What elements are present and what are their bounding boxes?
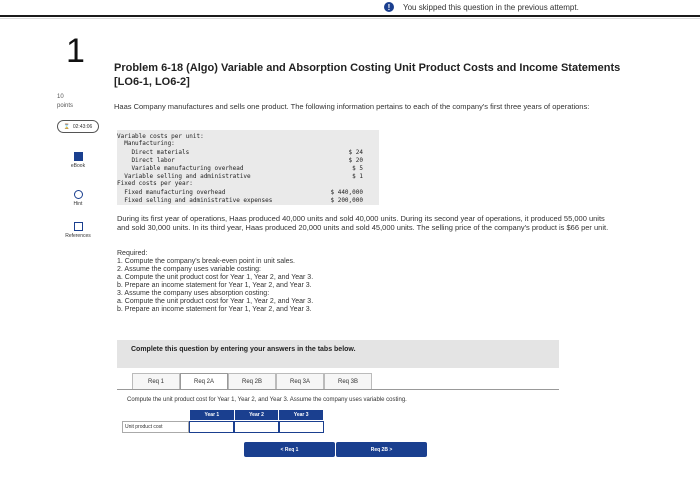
required-heading: Required: <box>117 250 148 257</box>
references-label: References <box>65 233 91 239</box>
operations-paragraph: During its first year of operations, Haa… <box>117 214 609 232</box>
cost-row: Fixed manufacturing overhead $ 440,000 <box>117 189 363 196</box>
unit-product-cost-label: Unit product cost <box>122 421 189 433</box>
timer-value: 02:43:06 <box>72 123 93 130</box>
references-icon <box>73 222 83 231</box>
year-1-input[interactable] <box>189 421 234 433</box>
ebook-button[interactable]: eBook <box>60 152 96 169</box>
cost-row: Direct materials $ 24 <box>117 149 363 156</box>
unit-cost-table: Year 1 Year 2 Year 3 Unit product cost <box>122 410 325 433</box>
points-value: 10 <box>57 94 64 100</box>
references-button[interactable]: References <box>60 222 96 239</box>
cost-row: Fixed costs per year: <box>117 180 193 187</box>
problem-intro: Haas Company manufactures and sells one … <box>114 102 590 111</box>
problem-title: Problem 6-18 (Algo) Variable and Absorpt… <box>114 62 621 88</box>
required-item: b. Prepare an income statement for Year … <box>117 282 312 289</box>
skip-banner: ! You skipped this question in the previ… <box>384 0 579 14</box>
required-item: 1. Compute the company's break-even poin… <box>117 258 295 265</box>
next-req-button[interactable]: Req 2B > <box>336 442 427 457</box>
tab-req-3b[interactable]: Req 3B <box>324 373 372 389</box>
cost-row: Variable manufacturing overhead $ 5 <box>117 165 363 172</box>
prev-req-button[interactable]: < Req 1 <box>244 442 335 457</box>
unit-cost-header: Year 1 Year 2 Year 3 <box>190 410 325 420</box>
tabs-divider <box>117 389 559 390</box>
tab-req-2b[interactable]: Req 2B <box>228 373 276 389</box>
required-item: 3. Assume the company uses absorption co… <box>117 290 270 297</box>
table-row: Unit product cost <box>122 421 324 433</box>
book-icon <box>73 152 83 161</box>
required-item: a. Compute the unit product cost for Yea… <box>117 298 314 305</box>
header-year-3: Year 3 <box>279 410 325 420</box>
skip-banner-text: You skipped this question in the previou… <box>403 2 579 12</box>
cost-row: Manufacturing: <box>117 140 175 147</box>
points-indicator: 10 points <box>57 93 73 111</box>
year-2-input[interactable] <box>234 421 279 433</box>
requirement-tabs: Req 1 Req 2A Req 2B Req 3A Req 3B <box>132 373 372 389</box>
clock-icon: ⌛ <box>63 123 70 130</box>
cost-row: Variable selling and administrative $ 1 <box>117 173 363 180</box>
answer-instruction: Complete this question by entering your … <box>117 340 559 368</box>
timer[interactable]: ⌛ 02:43:06 <box>57 120 99 133</box>
alert-icon: ! <box>384 2 394 12</box>
cost-row: Fixed selling and administrative expense… <box>117 197 363 204</box>
cost-row: Variable costs per unit: <box>117 133 204 140</box>
cost-row: Direct labor $ 20 <box>117 157 363 164</box>
header-year-2: Year 2 <box>234 410 280 420</box>
header-year-1: Year 1 <box>190 410 235 420</box>
required-item: a. Compute the unit product cost for Yea… <box>117 274 314 281</box>
ebook-label: eBook <box>70 163 86 169</box>
hint-icon <box>73 190 83 199</box>
tab-req-1[interactable]: Req 1 <box>132 373 180 389</box>
required-section: Required: 1. Compute the company's break… <box>117 250 313 314</box>
tab-req-2a[interactable]: Req 2A <box>180 373 228 389</box>
tab-req-3a[interactable]: Req 3A <box>276 373 324 389</box>
top-divider-thin <box>0 18 700 19</box>
cost-data-table: Variable costs per unit: Manufacturing: … <box>117 130 379 205</box>
tab-instruction: Compute the unit product cost for Year 1… <box>127 397 407 403</box>
hint-button[interactable]: Hint <box>60 190 96 207</box>
top-divider <box>0 15 700 17</box>
hint-label: Hint <box>73 201 83 207</box>
question-number: 1 <box>66 32 85 70</box>
required-item: 2. Assume the company uses variable cost… <box>117 266 261 273</box>
required-item: b. Prepare an income statement for Year … <box>117 306 312 313</box>
year-3-input[interactable] <box>279 421 324 433</box>
points-label: points <box>57 103 74 109</box>
